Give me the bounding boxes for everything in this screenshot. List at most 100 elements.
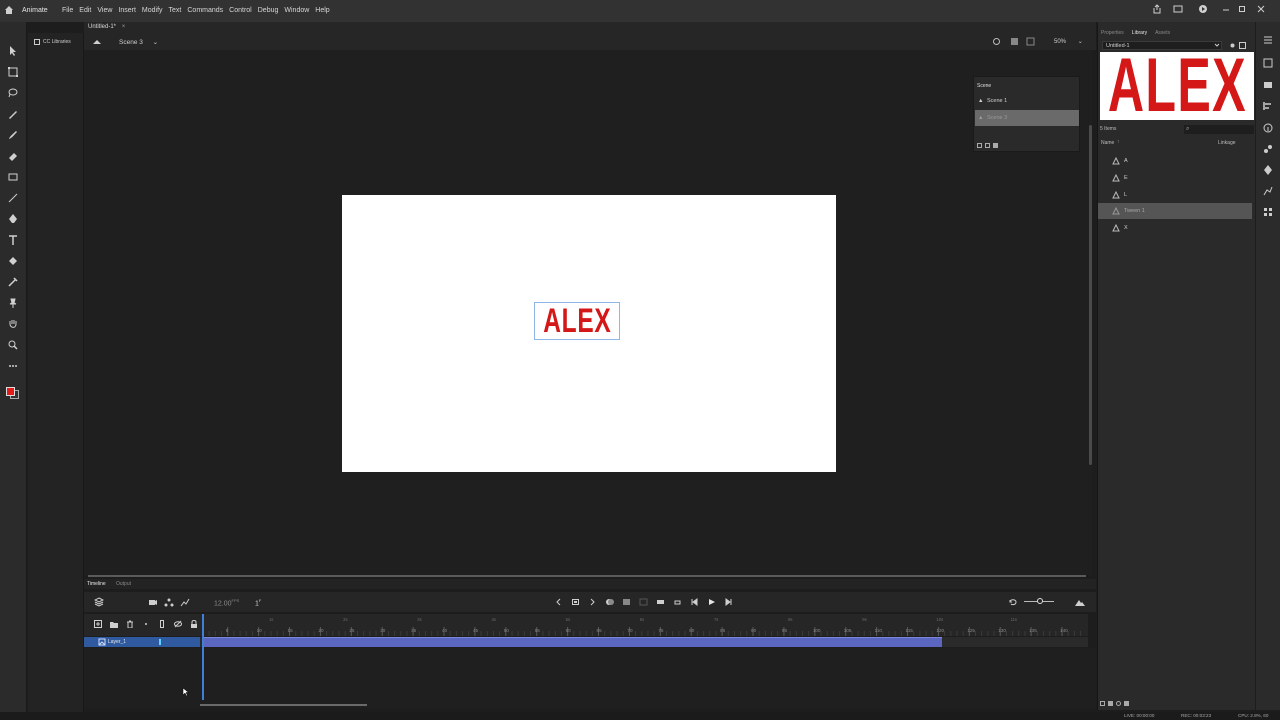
graph-icon[interactable] <box>180 597 190 607</box>
home-icon[interactable] <box>4 5 14 15</box>
chevron-down-icon[interactable] <box>1214 41 1220 49</box>
center-frame-icon[interactable] <box>656 597 665 607</box>
color-panel-icon[interactable] <box>1262 57 1274 69</box>
menu-control[interactable]: Control <box>229 7 252 14</box>
tween-span[interactable] <box>202 637 942 647</box>
test-movie-icon[interactable] <box>1198 4 1208 14</box>
eraser-tool-icon[interactable] <box>7 150 19 162</box>
frame-field[interactable]: 1F <box>255 598 261 607</box>
hide-icon[interactable] <box>174 620 182 628</box>
tab-properties[interactable]: Properties <box>1101 30 1124 36</box>
sort-icon[interactable]: ↑ <box>1117 139 1120 145</box>
code-snippets-icon[interactable] <box>1262 206 1274 218</box>
align-icon[interactable] <box>1262 100 1274 112</box>
library-item[interactable]: X <box>1098 220 1252 236</box>
highlight-icon[interactable] <box>142 620 150 628</box>
onion-outline-icon[interactable] <box>622 597 631 607</box>
selection-tool-icon[interactable] <box>7 45 19 57</box>
eyedropper-tool-icon[interactable] <box>7 276 19 288</box>
line-tool-icon[interactable] <box>7 192 19 204</box>
pin-tool-icon[interactable] <box>7 297 19 309</box>
lasso-tool-icon[interactable] <box>7 87 19 99</box>
brush-tool-icon[interactable] <box>7 108 19 120</box>
new-folder-icon[interactable] <box>1108 701 1113 706</box>
next-keyframe-icon[interactable] <box>588 597 597 607</box>
maximize-icon[interactable] <box>1238 4 1246 14</box>
mountains-icon[interactable] <box>1074 597 1086 607</box>
pen-tool-icon[interactable] <box>7 213 19 225</box>
menu-window[interactable]: Window <box>284 7 309 14</box>
zoom-field[interactable]: 50% ⌄ <box>1054 38 1083 45</box>
tab-output[interactable]: Output <box>116 581 131 587</box>
step-back-icon[interactable] <box>690 597 699 607</box>
library-item[interactable]: A <box>1098 153 1252 169</box>
scene-dropdown[interactable]: Scene 3 ⌄ <box>119 38 158 46</box>
menu-edit[interactable]: Edit <box>79 7 91 14</box>
lock-icon[interactable] <box>190 620 198 628</box>
onion-skin-icon[interactable] <box>605 597 614 607</box>
step-forward-icon[interactable] <box>724 597 733 607</box>
tab-timeline[interactable]: Timeline <box>87 581 106 587</box>
library-document-select[interactable]: Untitled-1 <box>1102 41 1222 50</box>
panel-menu-icon[interactable] <box>1262 34 1274 46</box>
menu-view[interactable]: View <box>97 7 112 14</box>
zoom-slider-thumb[interactable] <box>1037 598 1043 604</box>
color-swatches[interactable] <box>5 382 23 402</box>
more-tools-icon[interactable] <box>7 360 19 372</box>
delete-layer-icon[interactable] <box>126 620 134 628</box>
insert-keyframe-icon[interactable] <box>571 597 580 607</box>
scene-row-1[interactable]: ▲ Scene 1 <box>975 93 1079 109</box>
pin-library-icon[interactable] <box>1229 42 1236 49</box>
menu-debug[interactable]: Debug <box>258 7 279 14</box>
cc-libraries-tab[interactable]: CC Libraries <box>34 39 71 45</box>
column-linkage[interactable]: Linkage <box>1218 140 1236 146</box>
zoom-tool-icon[interactable] <box>7 339 19 351</box>
minimize-icon[interactable] <box>1222 4 1230 14</box>
duplicate-scene-icon[interactable] <box>985 143 990 148</box>
tween-text-object[interactable]: ALEX <box>534 302 620 340</box>
layers-icon[interactable] <box>94 597 104 607</box>
new-symbol-icon[interactable] <box>1100 701 1105 706</box>
menu-modify[interactable]: Modify <box>142 7 163 14</box>
new-folder-icon[interactable] <box>110 620 118 628</box>
new-library-panel-icon[interactable] <box>1239 42 1246 49</box>
delete-scene-icon[interactable] <box>993 143 998 148</box>
library-item[interactable]: L <box>1098 187 1252 203</box>
outline-icon[interactable] <box>158 620 166 628</box>
scene-row-3[interactable]: ▲ Scene 3 <box>975 110 1079 126</box>
menu-help[interactable]: Help <box>315 7 329 14</box>
close-icon[interactable] <box>1256 4 1266 14</box>
center-stage-icon[interactable] <box>992 37 1001 46</box>
undo-icon[interactable] <box>1008 597 1018 607</box>
tab-library[interactable]: Library <box>1132 30 1147 36</box>
timeline-scrollbar[interactable] <box>200 704 367 706</box>
components-icon[interactable] <box>1262 164 1274 176</box>
add-scene-icon[interactable] <box>977 143 982 148</box>
layer-parenting-icon[interactable] <box>164 597 174 607</box>
share-icon[interactable] <box>1152 4 1162 14</box>
hand-tool-icon[interactable] <box>7 318 19 330</box>
timeline-splitter[interactable] <box>88 575 1086 577</box>
scene-icon[interactable] <box>92 37 102 46</box>
text-tool-icon[interactable] <box>7 234 19 246</box>
close-tab-icon[interactable]: × <box>122 24 126 30</box>
paint-brush-tool-icon[interactable] <box>7 129 19 141</box>
fit-stage-icon[interactable] <box>1026 37 1035 46</box>
play-icon[interactable] <box>707 597 716 607</box>
menu-commands[interactable]: Commands <box>187 7 223 14</box>
layer-name[interactable]: Layer_1 <box>108 639 126 645</box>
edit-multiple-frames-icon[interactable] <box>639 597 648 607</box>
layout-icon[interactable] <box>1173 4 1183 14</box>
fill-color-swatch[interactable] <box>6 387 15 396</box>
library-item-selected[interactable]: Tween 1 <box>1098 203 1252 219</box>
clip-icon[interactable] <box>1010 37 1019 46</box>
camera-icon[interactable] <box>148 597 158 607</box>
timeline-ruler[interactable]: 5 10 15 20 25 30 35 40 45 50 55 60 65 70 75 80 85 90 95 100… <box>200 614 1088 636</box>
layer-row[interactable]: Layer_1 <box>84 637 200 647</box>
column-name[interactable]: Name <box>1101 140 1114 146</box>
playhead[interactable] <box>202 614 204 700</box>
rectangle-tool-icon[interactable] <box>7 171 19 183</box>
tab-assets[interactable]: Assets <box>1155 30 1170 36</box>
menu-insert[interactable]: Insert <box>118 7 136 14</box>
delete-icon[interactable] <box>1124 701 1129 706</box>
